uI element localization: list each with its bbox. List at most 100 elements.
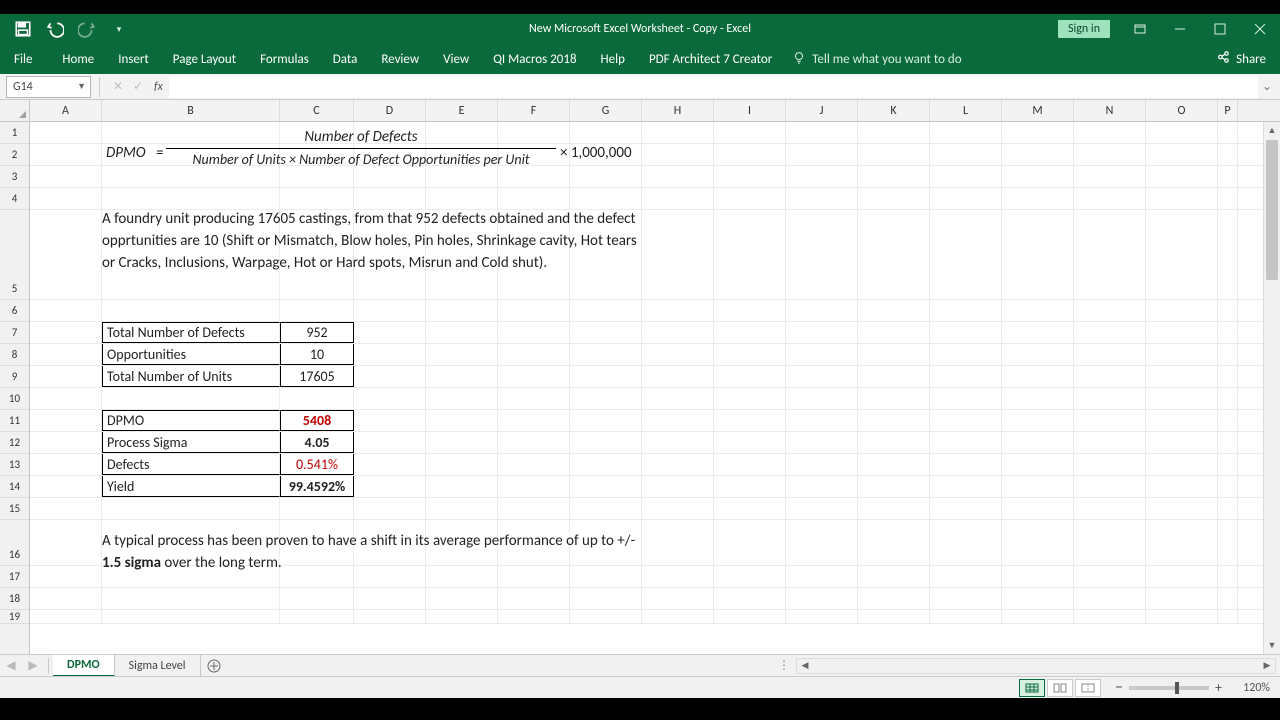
row-header[interactable]: 7 xyxy=(0,322,29,344)
t2-value[interactable]: 0.541% xyxy=(280,454,354,475)
t1-value[interactable]: 952 xyxy=(280,322,354,343)
t1-label[interactable]: Total Number of Defects xyxy=(102,322,280,343)
row-header[interactable]: 18 xyxy=(0,588,29,610)
row-header[interactable]: 14 xyxy=(0,476,29,498)
zoom-percent[interactable]: 120% xyxy=(1228,681,1270,695)
select-all-corner[interactable] xyxy=(0,100,30,121)
tab-insert[interactable]: Insert xyxy=(106,44,161,74)
row-header[interactable]: 13 xyxy=(0,454,29,476)
tell-me-label: Tell me what you want to do xyxy=(812,52,961,67)
col-header[interactable]: L xyxy=(930,100,1002,121)
tab-formulas[interactable]: Formulas xyxy=(248,44,321,74)
row-header[interactable]: 9 xyxy=(0,366,29,388)
t2-label[interactable]: DPMO xyxy=(102,410,280,431)
scroll-right-icon[interactable]: ▶ xyxy=(1259,660,1275,671)
col-header[interactable]: E xyxy=(426,100,498,121)
scroll-thumb[interactable] xyxy=(1266,140,1278,280)
t1-label[interactable]: Opportunities xyxy=(102,344,280,365)
t1-value[interactable]: 10 xyxy=(280,344,354,365)
row-header[interactable]: 5 xyxy=(0,210,29,300)
tab-help[interactable]: Help xyxy=(589,44,637,74)
t2-value[interactable]: 5408 xyxy=(280,410,354,431)
ribbon-options-icon[interactable] xyxy=(1120,14,1160,44)
scroll-up-icon[interactable]: ▲ xyxy=(1264,122,1280,139)
row-header[interactable]: 4 xyxy=(0,188,29,210)
tab-home[interactable]: Home xyxy=(50,44,106,74)
scroll-left-icon[interactable]: ◀ xyxy=(797,660,813,671)
qat-customize-icon[interactable]: ▾ xyxy=(110,20,128,38)
row-header[interactable]: 1 xyxy=(0,122,29,144)
t2-label[interactable]: Process Sigma xyxy=(102,432,280,453)
tab-data[interactable]: Data xyxy=(321,44,370,74)
spreadsheet-grid[interactable]: A B C D E F G H I J K L M N O P 1 2 3 4 … xyxy=(0,100,1280,654)
row-header[interactable]: 17 xyxy=(0,566,29,588)
col-header[interactable]: H xyxy=(642,100,714,121)
share-button[interactable]: Share xyxy=(1216,50,1280,68)
tab-page-layout[interactable]: Page Layout xyxy=(161,44,248,74)
add-sheet-icon[interactable] xyxy=(201,659,227,673)
col-header[interactable]: K xyxy=(858,100,930,121)
redo-icon[interactable] xyxy=(78,20,96,38)
zoom-slider[interactable] xyxy=(1129,686,1209,690)
row-header[interactable]: 2 xyxy=(0,144,29,166)
tab-review[interactable]: Review xyxy=(369,44,431,74)
col-header[interactable]: I xyxy=(714,100,786,121)
vertical-scrollbar[interactable]: ▲ ▼ xyxy=(1263,122,1280,654)
save-icon[interactable] xyxy=(14,20,32,38)
t2-label[interactable]: Defects xyxy=(102,454,280,475)
row-header[interactable]: 6 xyxy=(0,300,29,322)
row-header[interactable]: 10 xyxy=(0,388,29,410)
ribbon-tabs: File Home Insert Page Layout Formulas Da… xyxy=(0,44,1280,74)
maximize-icon[interactable] xyxy=(1200,14,1240,44)
zoom-in-icon[interactable]: + xyxy=(1215,679,1222,696)
col-header[interactable]: N xyxy=(1074,100,1146,121)
view-pagelayout-icon[interactable] xyxy=(1047,679,1073,697)
view-normal-icon[interactable] xyxy=(1019,679,1045,697)
col-header[interactable]: A xyxy=(30,100,102,121)
minimize-icon[interactable] xyxy=(1160,14,1200,44)
expand-formula-icon[interactable]: ⌄ xyxy=(1258,79,1276,94)
sheet-nav-next-icon[interactable]: ▶ xyxy=(22,655,44,677)
tab-qimacros[interactable]: QI Macros 2018 xyxy=(481,44,588,74)
scroll-down-icon[interactable]: ▼ xyxy=(1264,637,1280,654)
col-header[interactable]: D xyxy=(354,100,426,121)
col-header[interactable]: G xyxy=(570,100,642,121)
chevron-down-icon[interactable]: ▼ xyxy=(77,81,86,92)
col-header[interactable]: F xyxy=(498,100,570,121)
horizontal-scrollbar[interactable]: ◀ ▶ xyxy=(796,658,1276,674)
row-header[interactable]: 11 xyxy=(0,410,29,432)
col-header[interactable]: M xyxy=(1002,100,1074,121)
col-header[interactable]: O xyxy=(1146,100,1218,121)
row-header[interactable]: 16 xyxy=(0,520,29,566)
tab-file[interactable]: File xyxy=(0,44,50,74)
description-text: A foundry unit producing 17605 castings,… xyxy=(102,208,642,274)
tab-view[interactable]: View xyxy=(431,44,481,74)
row-header[interactable]: 8 xyxy=(0,344,29,366)
row-header[interactable]: 19 xyxy=(0,610,29,624)
undo-icon[interactable] xyxy=(46,20,64,38)
fx-icon[interactable]: fx xyxy=(154,80,163,94)
sheet-tab-dpmo[interactable]: DPMO xyxy=(53,655,115,677)
col-header[interactable]: P xyxy=(1218,100,1238,121)
t2-label[interactable]: Yield xyxy=(102,476,280,497)
t2-value[interactable]: 99.4592% xyxy=(280,476,354,497)
view-pagebreak-icon[interactable] xyxy=(1075,679,1101,697)
formula-input[interactable] xyxy=(169,76,1258,98)
t1-label[interactable]: Total Number of Units xyxy=(102,366,280,387)
tell-me-search[interactable]: Tell me what you want to do xyxy=(792,50,961,68)
col-header[interactable]: B xyxy=(102,100,280,121)
row-header[interactable]: 15 xyxy=(0,498,29,520)
t1-value[interactable]: 17605 xyxy=(280,366,354,387)
col-header[interactable]: J xyxy=(786,100,858,121)
name-box[interactable]: G14 ▼ xyxy=(6,76,91,98)
zoom-out-icon[interactable]: − xyxy=(1115,678,1123,697)
sheet-nav-prev-icon[interactable]: ◀ xyxy=(0,655,22,677)
t2-value[interactable]: 4.05 xyxy=(280,432,354,453)
signin-button[interactable]: Sign in xyxy=(1058,20,1110,38)
col-header[interactable]: C xyxy=(280,100,354,121)
close-icon[interactable] xyxy=(1240,14,1280,44)
tab-pdfarchitect[interactable]: PDF Architect 7 Creator xyxy=(637,44,784,74)
row-header[interactable]: 12 xyxy=(0,432,29,454)
row-header[interactable]: 3 xyxy=(0,166,29,188)
sheet-tab-sigma[interactable]: Sigma Level xyxy=(115,655,201,677)
